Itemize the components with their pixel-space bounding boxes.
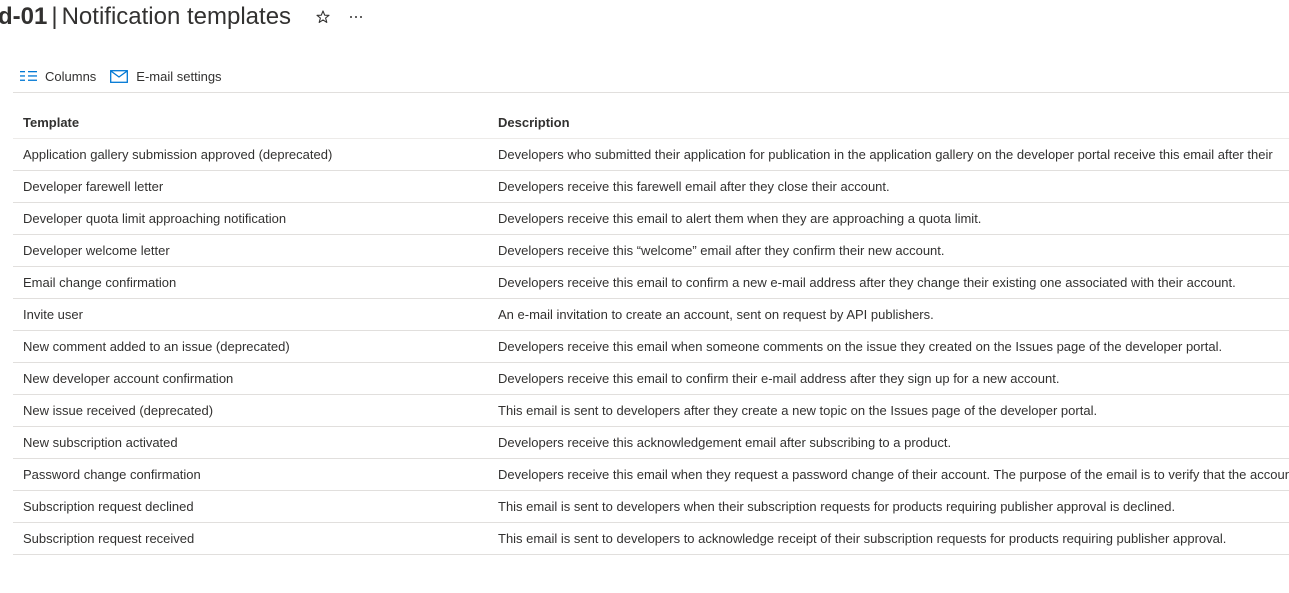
page-header: d-01 | Notification templates: [0, 0, 364, 34]
email-settings-button[interactable]: E-mail settings: [103, 61, 229, 91]
template-description-cell: Developers receive this email to confirm…: [498, 371, 1060, 386]
template-name-cell[interactable]: Email change confirmation: [13, 275, 498, 290]
table-header: Template Description: [13, 106, 1289, 139]
template-name-cell[interactable]: New developer account confirmation: [13, 371, 498, 386]
template-description-cell: This email is sent to developers to ackn…: [498, 531, 1227, 546]
template-description-cell: Developers receive this email when someo…: [498, 339, 1223, 354]
page-title: Notification templates: [61, 3, 292, 30]
template-name-cell[interactable]: Developer quota limit approaching notifi…: [13, 211, 498, 226]
table-row[interactable]: New developer account confirmation Develo…: [13, 363, 1289, 395]
template-description-cell: Developers receive this “welcome” email …: [498, 243, 945, 258]
template-name-cell[interactable]: Password change confirmation: [13, 467, 498, 482]
columns-button[interactable]: Columns: [13, 61, 104, 91]
table-body: Application gallery submission approved …: [13, 139, 1289, 555]
email-settings-label: E-mail settings: [136, 68, 222, 84]
template-description-cell: This email is sent to developers after t…: [498, 403, 1098, 418]
template-name-cell[interactable]: Developer farewell letter: [13, 179, 498, 194]
template-name-cell[interactable]: Application gallery submission approved …: [13, 147, 498, 162]
table-row[interactable]: Application gallery submission approved …: [13, 139, 1289, 171]
mail-icon: [110, 69, 129, 83]
template-name-cell[interactable]: Subscription request received: [13, 531, 498, 546]
table-row[interactable]: New comment added to an issue (deprecate…: [13, 331, 1289, 363]
templates-table: Template Description Application gallery…: [13, 106, 1289, 555]
page: d-01 | Notification templates Columns E-…: [0, 0, 1289, 593]
template-description-cell: Developers who submitted their applicati…: [498, 147, 1273, 162]
star-icon[interactable]: [315, 9, 331, 25]
table-row[interactable]: Developer quota limit approaching notifi…: [13, 203, 1289, 235]
template-description-cell: An e-mail invitation to create an accoun…: [498, 307, 934, 322]
template-name-cell[interactable]: Subscription request declined: [13, 499, 498, 514]
table-row[interactable]: Developer farewell letter Developers rece…: [13, 171, 1289, 203]
template-description-cell: Developers receive this email to confirm…: [498, 275, 1236, 290]
resource-name: d-01: [0, 3, 48, 30]
template-name-cell[interactable]: Invite user: [13, 307, 498, 322]
table-row[interactable]: Subscription request received This email …: [13, 523, 1289, 555]
column-header-description[interactable]: Description: [498, 115, 1289, 130]
template-name-cell[interactable]: New subscription activated: [13, 435, 498, 450]
template-name-cell[interactable]: New comment added to an issue (deprecate…: [13, 339, 498, 354]
command-bar: Columns E-mail settings: [13, 60, 1289, 93]
table-row[interactable]: Developer welcome letter Developers recei…: [13, 235, 1289, 267]
template-description-cell: Developers receive this email when they …: [498, 467, 1289, 482]
columns-icon: [20, 71, 37, 81]
table-row[interactable]: Email change confirmation Developers rece…: [13, 267, 1289, 299]
title-separator: |: [51, 3, 58, 30]
template-description-cell: Developers receive this farewell email a…: [498, 179, 890, 194]
table-row[interactable]: Password change confirmation Developers r…: [13, 459, 1289, 491]
table-row[interactable]: Subscription request declined This email …: [13, 491, 1289, 523]
columns-label: Columns: [45, 68, 97, 84]
ellipsis-icon[interactable]: [348, 9, 364, 25]
template-description-cell: Developers receive this email to alert t…: [498, 211, 982, 226]
template-name-cell[interactable]: Developer welcome letter: [13, 243, 498, 258]
table-row[interactable]: New issue received (deprecated) This emai…: [13, 395, 1289, 427]
template-description-cell: This email is sent to developers when th…: [498, 499, 1176, 514]
table-row[interactable]: Invite user An e-mail invitation to creat…: [13, 299, 1289, 331]
template-description-cell: Developers receive this acknowledgement …: [498, 435, 952, 450]
table-row[interactable]: New subscription activated Developers rec…: [13, 427, 1289, 459]
template-name-cell[interactable]: New issue received (deprecated): [13, 403, 498, 418]
column-header-template[interactable]: Template: [13, 115, 498, 130]
